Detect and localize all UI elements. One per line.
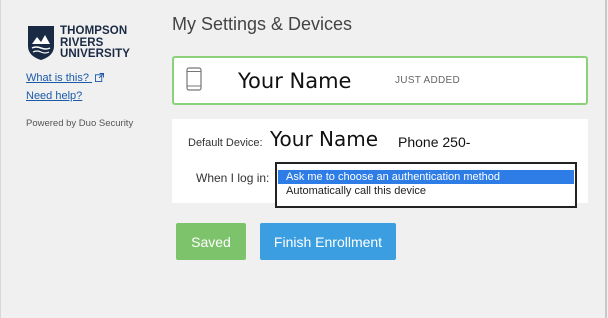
- university-logo: THOMPSON RIVERS UNIVERSITY: [26, 24, 151, 64]
- powered-by-text: Powered by Duo Security: [26, 118, 134, 129]
- login-action-select[interactable]: Ask me to choose an authentication metho…: [275, 162, 577, 208]
- need-help-link[interactable]: Need help?: [26, 90, 151, 102]
- whats-this-label: What is this?: [26, 72, 89, 84]
- option-ask-method[interactable]: Ask me to choose an authentication metho…: [278, 170, 574, 184]
- finish-enrollment-button[interactable]: Finish Enrollment: [260, 223, 396, 260]
- university-crest-icon: [28, 26, 54, 60]
- login-action-label: When I log in:: [196, 171, 270, 185]
- device-name: Your Name: [238, 69, 352, 93]
- logo-line-3: UNIVERSITY: [60, 48, 131, 60]
- device-status-badge: JUST ADDED: [395, 75, 461, 86]
- logo-wordmark: THOMPSON RIVERS UNIVERSITY: [60, 25, 131, 61]
- logo-line-1: THOMPSON: [60, 25, 128, 37]
- option-auto-call[interactable]: Automatically call this device: [278, 184, 574, 198]
- phone-icon: [186, 67, 202, 91]
- whats-this-link[interactable]: What is this?: [26, 72, 151, 84]
- device-card: Your Name JUST ADDED: [172, 56, 588, 105]
- default-device-label: Default Device:: [188, 137, 263, 149]
- settings-panel: Default Device: Your Name Phone 250- Whe…: [172, 119, 588, 208]
- page-title: My Settings & Devices: [172, 14, 353, 34]
- sidebar: THOMPSON RIVERS UNIVERSITY What is this?…: [26, 24, 151, 129]
- external-link-icon: [95, 73, 105, 82]
- saved-button[interactable]: Saved: [176, 223, 246, 260]
- default-device-phone: Phone 250-: [398, 134, 471, 150]
- default-device-name: Your Name: [270, 127, 379, 151]
